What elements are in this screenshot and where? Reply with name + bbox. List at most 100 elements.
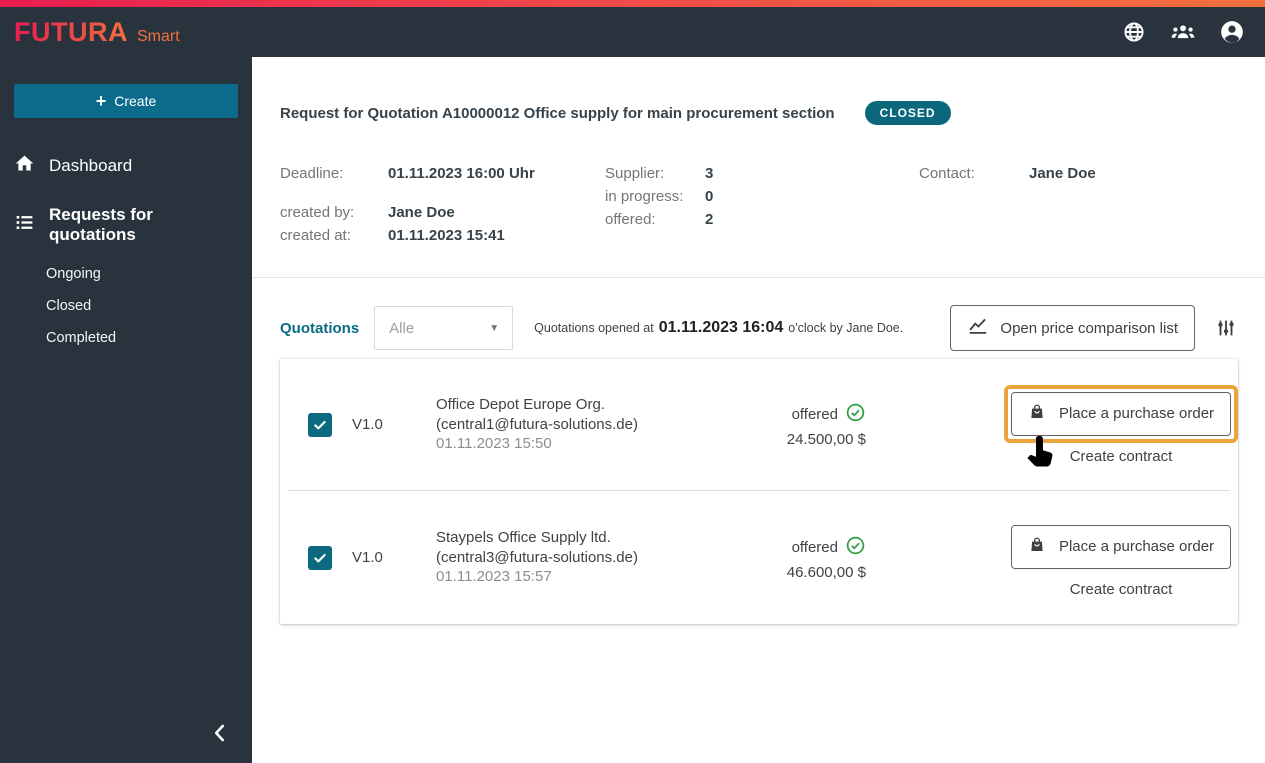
place-purchase-order-label: Place a purchase order <box>1058 405 1215 422</box>
opened-prefix: Quotations opened at <box>534 321 654 335</box>
in-progress-row: in progress: 0 <box>605 185 919 208</box>
place-purchase-order-button[interactable]: Place a purchase order <box>1010 391 1232 436</box>
quotation-actions: Place a purchase order Create contract <box>1010 518 1232 598</box>
offer-status-label: offered <box>791 539 838 556</box>
quotation-checkbox[interactable] <box>308 545 332 570</box>
home-icon <box>14 153 35 179</box>
request-details: Deadline: 01.11.2023 16:00 Uhr created b… <box>252 162 1265 247</box>
quotation-checkbox[interactable] <box>308 412 332 437</box>
globe-icon[interactable] <box>1121 19 1147 45</box>
app-root: FUTURA Smart + Create Dashboard Requests… <box>0 0 1265 763</box>
top-gradient-bar <box>0 0 1265 7</box>
filter-selected-value: Alle <box>389 319 415 337</box>
check-circle-icon <box>845 535 866 561</box>
create-contract-link[interactable]: Create contract <box>1070 448 1173 465</box>
offer-amount: 46.600,00 $ <box>786 563 866 581</box>
sidebar-item-completed[interactable]: Completed <box>0 322 252 354</box>
open-price-comparison-label: Open price comparison list <box>1000 319 1178 337</box>
list-icon <box>14 212 35 238</box>
in-progress-value: 0 <box>705 188 714 205</box>
in-progress-label: in progress: <box>605 188 684 205</box>
quotation-row: V1.0 Staypels Office Supply ltd. (centra… <box>280 491 1238 624</box>
quotation-version: V1.0 <box>352 549 383 566</box>
sidebar-collapse-button[interactable] <box>204 717 236 749</box>
quotation-actions: Place a purchase order Create contract <box>1003 384 1239 467</box>
sidebar-item-label: Requests for quotations <box>49 205 153 244</box>
open-price-comparison-button[interactable]: Open price comparison list <box>950 305 1195 351</box>
supplier-email: (central1@futura-solutions.de) <box>436 415 638 433</box>
supplier-name: Office Depot Europe Org. <box>436 396 605 414</box>
top-navbar: FUTURA Smart <box>0 7 1265 57</box>
quotations-filter-select[interactable]: Alle ▼ <box>374 306 514 350</box>
section-divider <box>252 277 1265 278</box>
create-button-label: Create <box>114 93 157 109</box>
page-header: Request for Quotation A10000012 Office s… <box>252 57 1265 125</box>
offer-status-label: offered <box>791 406 838 423</box>
deadline-row: Deadline: 01.11.2023 16:00 Uhr <box>280 162 605 185</box>
supplier-email: (central3@futura-solutions.de) <box>436 548 638 566</box>
shopping-bag-icon <box>1028 536 1046 558</box>
details-column-counts: Supplier: 3 in progress: 0 offered: 2 <box>605 162 919 247</box>
users-icon[interactable] <box>1170 19 1196 45</box>
cursor-hand-icon <box>1022 433 1058 478</box>
place-purchase-order-label: Place a purchase order <box>1058 538 1215 555</box>
check-circle-icon <box>845 402 866 428</box>
opened-time: 01.11.2023 16:04 <box>658 319 784 336</box>
offer-status-line: offered <box>792 402 866 428</box>
chevron-down-icon: ▼ <box>489 322 500 334</box>
sidebar-item-dashboard[interactable]: Dashboard <box>0 140 252 192</box>
sidebar-item-requests-for-quotations[interactable]: Requests for quotations <box>0 192 252 258</box>
create-contract-link[interactable]: Create contract <box>1070 581 1173 598</box>
offer-amount: 24.500,00 $ <box>786 430 866 448</box>
quotations-card: V1.0 Office Depot Europe Org. (central1@… <box>280 359 1239 624</box>
quotations-section-label: Quotations <box>280 319 360 337</box>
created-by-value: Jane Doe <box>388 204 455 221</box>
deadline-label: Deadline: <box>280 165 344 182</box>
contact-label: Contact: <box>919 165 975 182</box>
quotations-toolbar: Quotations Alle ▼ Quotations opened at 0… <box>252 305 1265 351</box>
toolbar-right: Open price comparison list <box>950 305 1238 351</box>
app-logo: FUTURA Smart <box>14 17 180 48</box>
offered-count-value: 2 <box>705 211 714 228</box>
page-title: Request for Quotation A10000012 Office s… <box>280 104 835 122</box>
offered-count-label: offered: <box>605 211 656 228</box>
plus-icon: + <box>95 91 107 111</box>
quotation-date: 01.11.2023 15:57 <box>436 568 552 586</box>
created-at-value: 01.11.2023 15:41 <box>388 227 505 244</box>
details-column-dates: Deadline: 01.11.2023 16:00 Uhr created b… <box>280 162 605 247</box>
quotations-opened-text: Quotations opened at 01.11.2023 16:04 o'… <box>534 319 903 337</box>
quotation-row: V1.0 Office Depot Europe Org. (central1@… <box>280 359 1239 490</box>
created-at-label: created at: <box>280 227 351 244</box>
supplier-info: Office Depot Europe Org. (central1@futur… <box>436 395 766 454</box>
created-by-row: created by: Jane Doe <box>280 201 605 224</box>
supplier-value: 3 <box>705 165 714 182</box>
account-icon[interactable] <box>1219 19 1245 45</box>
main-content: Request for Quotation A10000012 Office s… <box>252 57 1265 763</box>
created-at-row: created at: 01.11.2023 15:41 <box>280 224 605 247</box>
topbar-icons <box>1121 19 1251 45</box>
quotation-date: 01.11.2023 15:50 <box>436 435 552 453</box>
shopping-bag-icon <box>1028 403 1046 425</box>
logo-futura-text: FUTURA <box>14 16 128 47</box>
supplier-row: Supplier: 3 <box>605 162 919 185</box>
contact-row: Contact: Jane Doe <box>919 162 1237 185</box>
deadline-value: 01.11.2023 16:00 Uhr <box>388 165 535 182</box>
create-button[interactable]: + Create <box>14 84 238 118</box>
contact-value: Jane Doe <box>1029 165 1096 182</box>
chart-icon <box>967 315 989 341</box>
opened-suffix: o'clock by Jane Doe. <box>788 321 904 335</box>
sidebar-item-ongoing[interactable]: Ongoing <box>0 258 252 290</box>
order-button-wrap: Place a purchase order <box>1004 518 1238 576</box>
offered-count-row: offered: 2 <box>605 208 919 231</box>
sidebar-item-label: Dashboard <box>49 156 133 175</box>
sidebar: + Create Dashboard Requests for quotatio… <box>0 7 252 763</box>
filter-tune-icon[interactable] <box>1214 316 1238 340</box>
place-purchase-order-button[interactable]: Place a purchase order <box>1010 524 1232 569</box>
supplier-label: Supplier: <box>605 165 665 182</box>
logo-smart-text: Smart <box>136 27 180 45</box>
sidebar-nav: Dashboard Requests for quotations Ongoin… <box>0 140 252 354</box>
offer-status-block: offered 46.600,00 $ <box>787 535 866 581</box>
sidebar-item-closed[interactable]: Closed <box>0 290 252 322</box>
supplier-name: Staypels Office Supply ltd. <box>436 529 611 547</box>
highlight-annotation-box: Place a purchase order <box>1003 384 1239 467</box>
